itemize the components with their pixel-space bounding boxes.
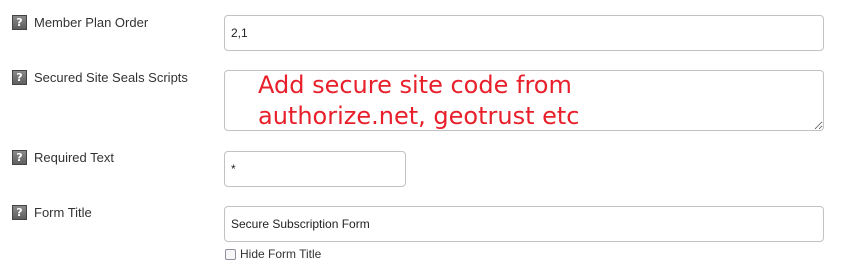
help-icon[interactable]: ?: [12, 70, 27, 85]
member-plan-order-input[interactable]: [224, 15, 824, 51]
required-text-input[interactable]: [224, 151, 406, 187]
member-plan-order-label: Member Plan Order: [34, 15, 149, 30]
help-icon[interactable]: ?: [12, 150, 27, 165]
form-title-input[interactable]: [224, 206, 824, 242]
form-title-label: Form Title: [34, 205, 92, 220]
hide-form-title-checkbox[interactable]: [225, 249, 236, 260]
required-text-label: Required Text: [34, 150, 114, 165]
help-icon[interactable]: ?: [12, 15, 27, 30]
help-icon[interactable]: ?: [12, 205, 27, 220]
secured-site-seals-textarea[interactable]: [224, 70, 824, 131]
secured-site-seals-label: Secured Site Seals Scripts: [34, 70, 188, 85]
hide-form-title-label[interactable]: Hide Form Title: [240, 247, 321, 261]
